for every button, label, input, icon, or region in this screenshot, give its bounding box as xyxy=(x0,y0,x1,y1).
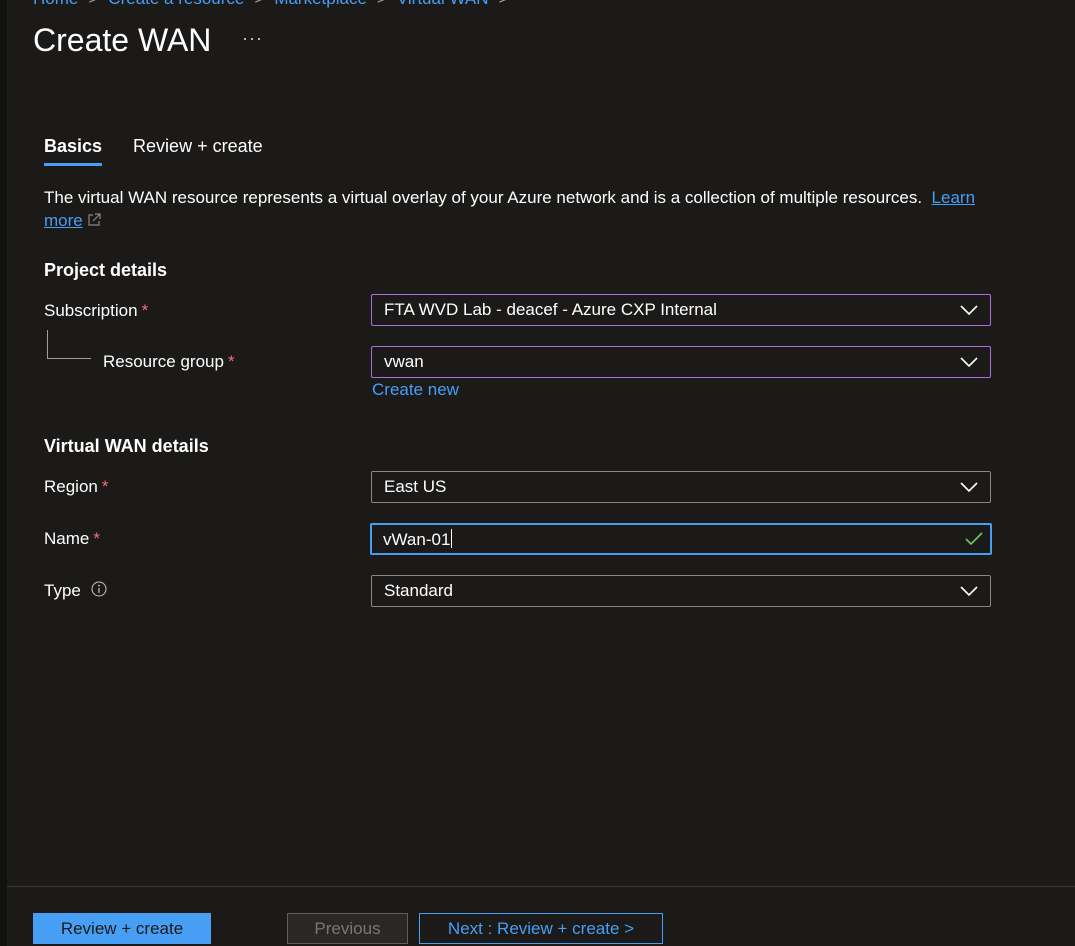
breadcrumb-separator: > xyxy=(499,0,509,8)
required-marker: * xyxy=(101,477,109,496)
resource-group-dropdown[interactable]: vwan xyxy=(371,346,991,378)
required-marker: * xyxy=(141,301,149,320)
create-new-link[interactable]: Create new xyxy=(372,380,459,400)
breadcrumb-marketplace[interactable]: Marketplace xyxy=(274,0,367,8)
footer-divider xyxy=(7,886,1075,887)
type-dropdown[interactable]: Standard xyxy=(371,575,991,607)
project-details-heading: Project details xyxy=(44,260,168,280)
external-link-icon xyxy=(87,210,101,233)
breadcrumb-separator: > xyxy=(88,0,98,8)
more-options-button[interactable]: ··· xyxy=(242,28,263,49)
description: The virtual WAN resource represents a vi… xyxy=(44,186,984,233)
breadcrumb-separator: > xyxy=(254,0,264,8)
tab-bar: Basics Review + create xyxy=(44,136,294,166)
chevron-down-icon xyxy=(960,480,978,498)
subscription-dropdown[interactable]: FTA WVD Lab - deacef - Azure CXP Interna… xyxy=(371,294,991,326)
review-create-button[interactable]: Review + create xyxy=(33,913,211,944)
tab-review-create[interactable]: Review + create xyxy=(133,136,263,166)
next-review-create-button[interactable]: Next : Review + create > xyxy=(419,913,663,944)
previous-button[interactable]: Previous xyxy=(287,913,408,944)
region-dropdown[interactable]: East US xyxy=(371,471,991,503)
resource-group-value: vwan xyxy=(384,352,424,371)
tab-basics[interactable]: Basics xyxy=(44,136,103,166)
subscription-value: FTA WVD Lab - deacef - Azure CXP Interna… xyxy=(384,300,717,319)
type-value: Standard xyxy=(384,581,453,600)
required-marker: * xyxy=(227,352,235,371)
breadcrumb-virtual-wan[interactable]: Virtual WAN xyxy=(397,0,489,8)
name-input[interactable]: vWan-01 xyxy=(370,523,992,555)
description-text: The virtual WAN resource represents a vi… xyxy=(44,188,923,207)
resource-group-label: Resource group * xyxy=(103,352,235,371)
name-input-value: vWan-01 xyxy=(383,529,453,549)
tree-connector xyxy=(47,330,91,359)
chevron-down-icon xyxy=(960,584,978,602)
chevron-down-icon xyxy=(960,355,978,373)
left-edge xyxy=(0,0,7,946)
region-value: East US xyxy=(384,477,447,496)
breadcrumb-create-resource[interactable]: Create a resource xyxy=(108,0,244,8)
page-title: Create WAN xyxy=(33,22,212,58)
breadcrumb: Home > Create a resource > Marketplace > Virtu… xyxy=(33,0,518,9)
breadcrumb-separator: > xyxy=(377,0,387,8)
text-cursor xyxy=(451,529,453,548)
checkmark-icon xyxy=(965,532,983,551)
info-icon[interactable] xyxy=(91,581,107,602)
type-label: Type xyxy=(44,581,107,602)
subscription-label: Subscription * xyxy=(44,301,149,320)
required-marker: * xyxy=(93,529,100,548)
breadcrumb-home[interactable]: Home xyxy=(33,0,78,8)
wan-details-heading: Virtual WAN details xyxy=(44,436,209,456)
name-label: Name * xyxy=(44,529,100,548)
chevron-down-icon xyxy=(960,303,978,321)
region-label: Region * xyxy=(44,477,109,496)
